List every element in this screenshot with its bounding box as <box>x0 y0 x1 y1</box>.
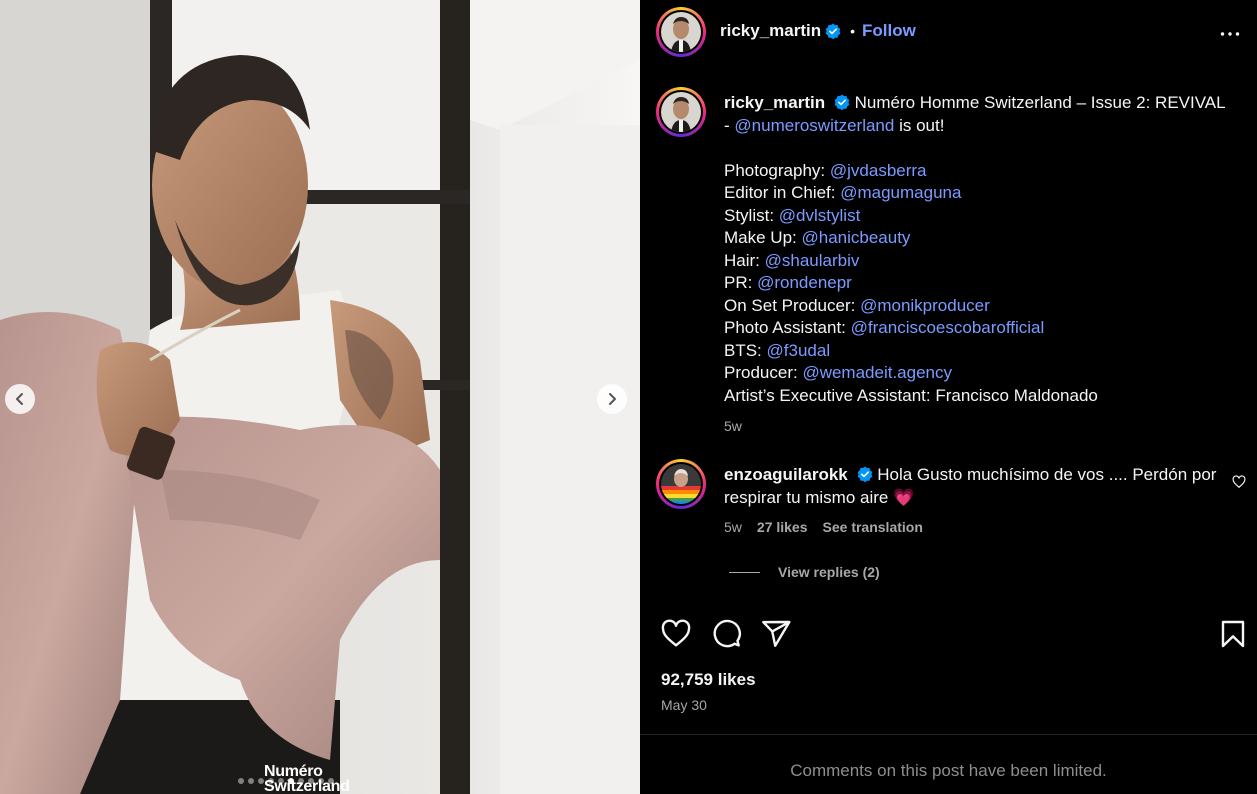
caption-intro-tail: is out! <box>899 115 945 135</box>
carousel-dot <box>288 778 294 784</box>
watermark-line-1: Numéro <box>264 763 323 780</box>
commenter-username[interactable]: enzoaguilarokk <box>724 465 848 484</box>
credit-role: Photo Assistant: <box>724 318 846 337</box>
credit-mention[interactable]: @franciscoescobarofficial <box>851 318 1045 337</box>
carousel-dot <box>298 778 304 784</box>
credit-line: Photography: @jvdasberra <box>724 160 1234 183</box>
carousel-dot <box>268 778 274 784</box>
carousel-next-button[interactable] <box>597 384 627 414</box>
credit-role: On Set Producer: <box>724 295 856 315</box>
credit-line: On Set Producer: @monikproducer <box>724 295 1234 318</box>
verified-badge-icon <box>857 466 872 482</box>
caption-text: ricky_martin Numéro Homme Switzerland – … <box>724 92 1234 438</box>
carousel-dot <box>258 778 264 784</box>
header-separator: • <box>850 23 856 39</box>
caption-author-avatar[interactable] <box>656 87 706 137</box>
caption-mention[interactable]: @numeroswitzerland <box>734 116 894 135</box>
carousel-dot <box>318 778 324 784</box>
profile-picture <box>661 12 701 52</box>
credit-line: Editor in Chief: @magumaguna <box>724 182 1234 205</box>
comment-icon <box>713 619 741 648</box>
post-header: ricky_martin • Follow <box>640 0 1257 64</box>
commenter-avatar[interactable] <box>656 459 706 509</box>
comments-limited-notice: Comments on this post have been limited. <box>790 761 1107 780</box>
carousel-dot <box>308 778 314 784</box>
credit-line: BTS: @f3udal <box>724 340 1234 363</box>
caption-timestamp[interactable]: 5w <box>724 415 1234 438</box>
comment-text: enzoaguilarokk Hola Gusto muchísimo de v… <box>724 464 1224 509</box>
carousel-prev-button[interactable] <box>5 384 35 414</box>
credit-role: Photography: <box>724 160 826 180</box>
credit-line: Hair: @shaularbiv <box>724 250 1234 273</box>
caption-author-username[interactable]: ricky_martin <box>724 93 825 112</box>
credit-line: Photo Assistant: @franciscoescobaroffici… <box>724 317 1234 340</box>
caption-credits: Photography: @jvdasberra Editor in Chief:… <box>724 160 1234 385</box>
credit-mention[interactable]: @hanicbeauty <box>801 228 910 247</box>
credit-mention[interactable]: @monikproducer <box>860 296 990 315</box>
comment-timestamp[interactable]: 5w <box>724 519 742 535</box>
more-options-button[interactable] <box>1218 22 1242 51</box>
credit-role: Make Up: <box>724 228 797 247</box>
save-button[interactable] <box>1217 618 1249 655</box>
carousel-dot <box>278 778 284 784</box>
share-button[interactable] <box>760 618 792 655</box>
credit-role: PR: <box>724 273 753 292</box>
chevron-left-icon <box>16 393 23 405</box>
credit-mention[interactable]: @dvlstylist <box>779 206 861 225</box>
credit-mention[interactable]: @magumaguna <box>840 183 961 202</box>
carousel-indicator <box>238 778 334 784</box>
caption-last-line: Artist’s Executive Assistant: Francisco … <box>724 385 1098 405</box>
comment-meta: 5w 27 likes See translation <box>724 519 923 535</box>
comment-like-button[interactable] <box>1232 475 1246 494</box>
credit-mention[interactable]: @shaularbiv <box>765 251 860 270</box>
more-options-icon <box>1220 32 1240 36</box>
post-details-panel: ricky_martin • Follow ricky_martin Numér… <box>640 0 1257 794</box>
credit-line: PR: @rondenepr <box>724 272 1234 295</box>
carousel-dot <box>238 778 244 784</box>
credit-role: Stylist: <box>724 205 775 225</box>
post-date[interactable]: May 30 <box>661 697 707 713</box>
follow-button[interactable]: Follow <box>862 21 916 41</box>
credit-line: Make Up: @hanicbeauty <box>724 227 1234 250</box>
verified-badge-icon <box>834 94 850 110</box>
credit-line: Producer: @wemadeit.agency <box>724 362 1234 385</box>
post-actions <box>640 618 1257 652</box>
post-media[interactable]: Numéro Switzerland <box>0 0 640 794</box>
credit-role: Hair: <box>724 250 760 270</box>
carousel-dot <box>248 778 254 784</box>
heart-icon <box>1232 475 1246 488</box>
heart-emoji: 💗 <box>893 487 915 507</box>
share-icon <box>762 620 791 647</box>
credit-role: Producer: <box>724 363 798 382</box>
profile-picture <box>661 464 701 504</box>
replies-divider <box>729 571 760 573</box>
credit-mention[interactable]: @f3udal <box>767 341 831 360</box>
credit-mention[interactable]: @wemadeit.agency <box>802 363 952 382</box>
panel-divider <box>640 734 1257 735</box>
credit-role: BTS: <box>724 340 762 360</box>
author-avatar[interactable] <box>656 7 706 57</box>
comment-button[interactable] <box>710 618 742 655</box>
profile-picture <box>661 92 701 132</box>
credit-role: Editor in Chief: <box>724 183 836 202</box>
author-username[interactable]: ricky_martin <box>720 21 821 41</box>
likes-count[interactable]: 92,759 likes <box>661 670 756 690</box>
post-photo <box>0 0 640 794</box>
like-button[interactable] <box>660 618 692 655</box>
bookmark-icon <box>1221 620 1245 648</box>
credit-line: Stylist: @dvlstylist <box>724 205 1234 228</box>
credit-mention[interactable]: @rondenepr <box>757 273 852 292</box>
see-translation-button[interactable]: See translation <box>823 519 923 535</box>
heart-icon <box>661 619 691 647</box>
chevron-right-icon <box>609 393 616 405</box>
verified-badge-icon <box>825 23 841 39</box>
comment-likes[interactable]: 27 likes <box>757 519 808 535</box>
credit-mention[interactable]: @jvdasberra <box>830 161 927 180</box>
view-replies-button[interactable]: View replies (2) <box>729 564 880 580</box>
carousel-dot <box>328 778 334 784</box>
view-replies-label: View replies (2) <box>778 564 880 580</box>
